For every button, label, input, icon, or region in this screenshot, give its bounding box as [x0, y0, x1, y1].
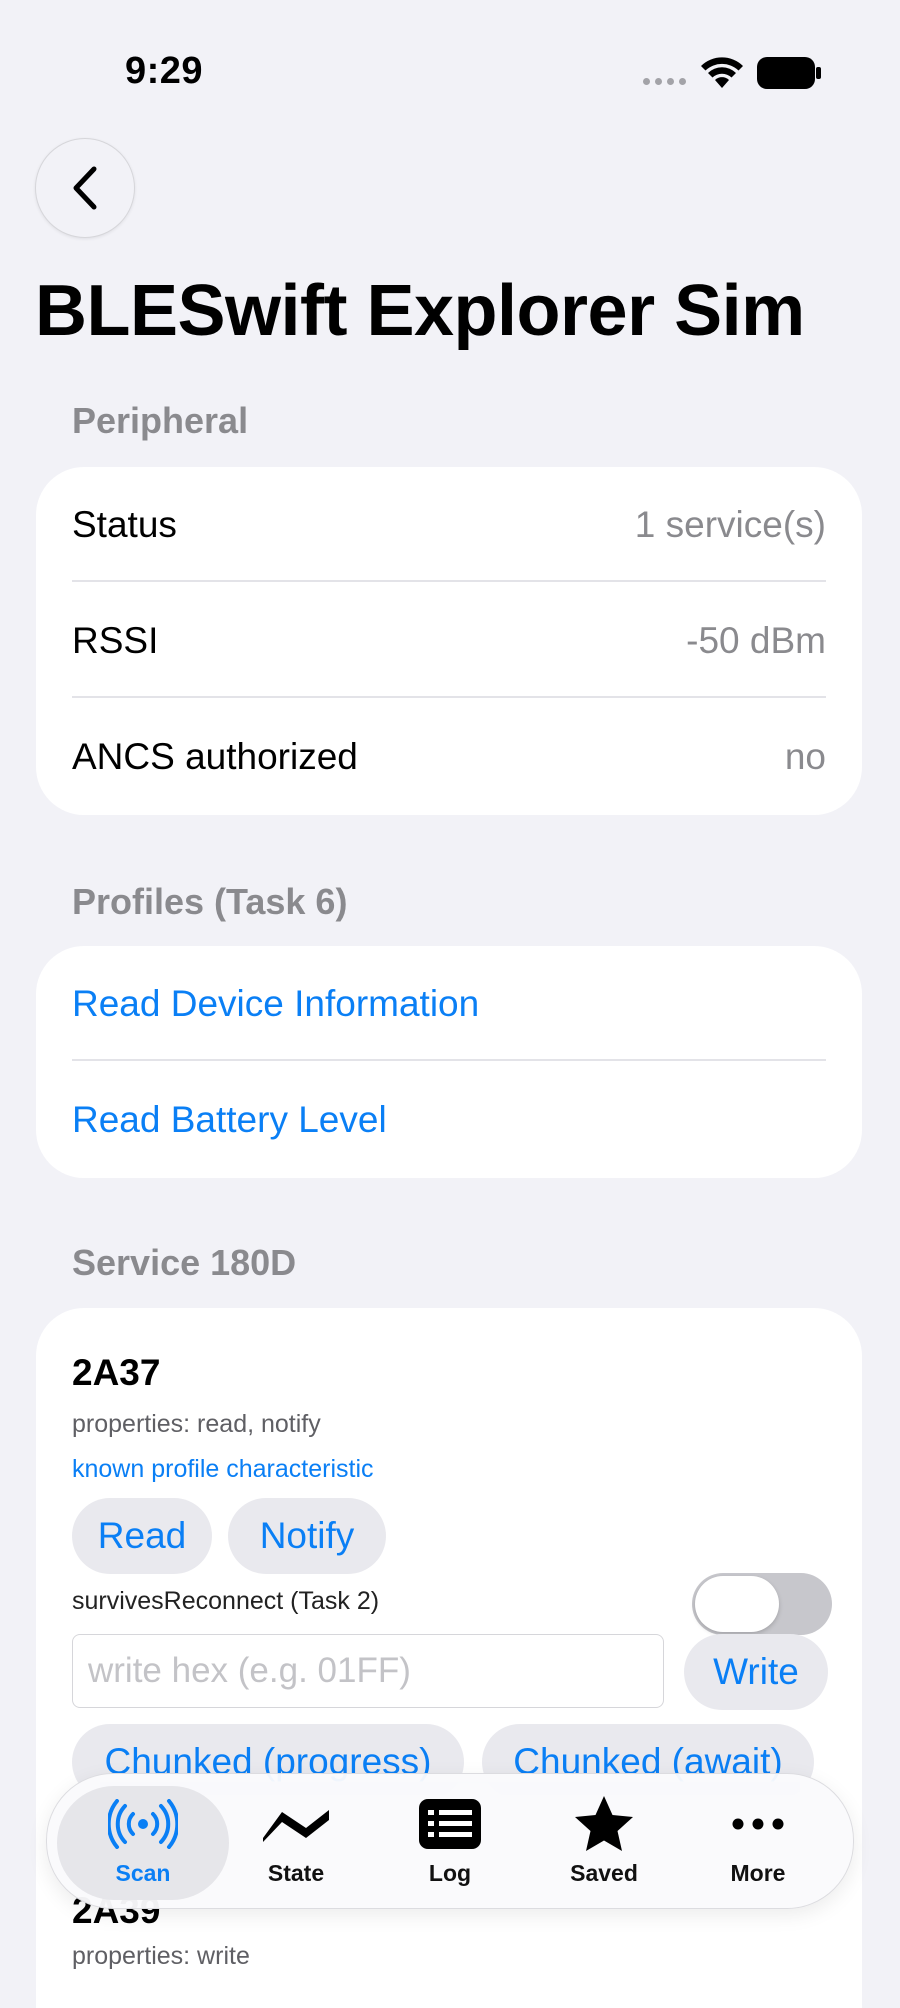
row-value: no — [784, 736, 826, 777]
read-button[interactable]: Read — [72, 1498, 212, 1574]
antenna-icon — [108, 1799, 178, 1849]
page-title: BLESwift Explorer Sim — [35, 271, 805, 351]
read-device-information-button[interactable]: Read Device Information — [72, 946, 826, 1062]
ellipsis-icon — [732, 1818, 784, 1830]
row-label: RSSI — [72, 620, 159, 661]
write-button[interactable]: Write — [684, 1634, 828, 1710]
tab-saved[interactable]: Saved — [529, 1774, 679, 1908]
survives-reconnect-toggle[interactable] — [692, 1573, 832, 1635]
status-time: 9:29 — [125, 50, 204, 92]
wifi-icon — [701, 57, 743, 88]
characteristic-name: 2A37 — [72, 1352, 161, 1393]
row-value: 1 service(s) — [634, 504, 826, 545]
list-icon — [419, 1799, 481, 1849]
tab-label: Log — [428, 1860, 472, 1886]
notify-button[interactable]: Notify — [228, 1498, 386, 1574]
divider — [72, 1059, 826, 1061]
chevron-left-icon — [73, 166, 97, 210]
tab-label: More — [730, 1860, 786, 1886]
survives-reconnect-label: survivesReconnect (Task 2) — [72, 1587, 380, 1615]
button-label: Read Battery Level — [72, 1099, 387, 1140]
row-rssi: RSSI -50 dBm — [72, 583, 826, 699]
characteristic-properties-2: properties: write — [72, 1942, 250, 1970]
row-ancs: ANCS authorized no — [72, 699, 826, 815]
known-profile-note: known profile characteristic — [72, 1455, 374, 1483]
divider — [72, 580, 826, 582]
read-battery-level-button[interactable]: Read Battery Level — [72, 1062, 826, 1178]
battery-icon — [757, 57, 821, 89]
row-label: ANCS authorized — [72, 736, 358, 777]
tab-label: State — [267, 1860, 325, 1886]
characteristic-properties: properties: read, notify — [72, 1410, 321, 1438]
toggle-knob — [695, 1576, 779, 1632]
tab-label: Scan — [115, 1860, 171, 1886]
tab-label: Saved — [570, 1860, 638, 1886]
row-label: Status — [72, 504, 177, 545]
row-value: -50 dBm — [686, 620, 826, 661]
divider — [72, 696, 826, 698]
button-label: Read Device Information — [72, 983, 480, 1024]
section-header-service: Service 180D — [72, 1242, 297, 1283]
tab-more[interactable]: More — [683, 1774, 833, 1908]
tab-scan[interactable]: Scan — [68, 1774, 218, 1908]
row-status: Status 1 service(s) — [72, 467, 826, 583]
back-button[interactable] — [35, 138, 135, 238]
waveform-icon — [263, 1810, 329, 1842]
star-icon — [575, 1796, 633, 1851]
write-hex-input[interactable]: write hex (e.g. 01FF) — [72, 1634, 664, 1708]
tab-bar: Scan State Log Saved More — [46, 1773, 854, 1909]
profiles-card: Read Device Information Read Battery Lev… — [36, 946, 862, 1178]
section-header-peripheral: Peripheral — [72, 400, 249, 441]
section-header-profiles: Profiles (Task 6) — [72, 881, 348, 922]
peripheral-card: Status 1 service(s) RSSI -50 dBm ANCS au… — [36, 467, 862, 815]
tab-log[interactable]: Log — [375, 1774, 525, 1908]
cellular-signal-icon — [643, 78, 686, 85]
tab-state[interactable]: State — [221, 1774, 371, 1908]
